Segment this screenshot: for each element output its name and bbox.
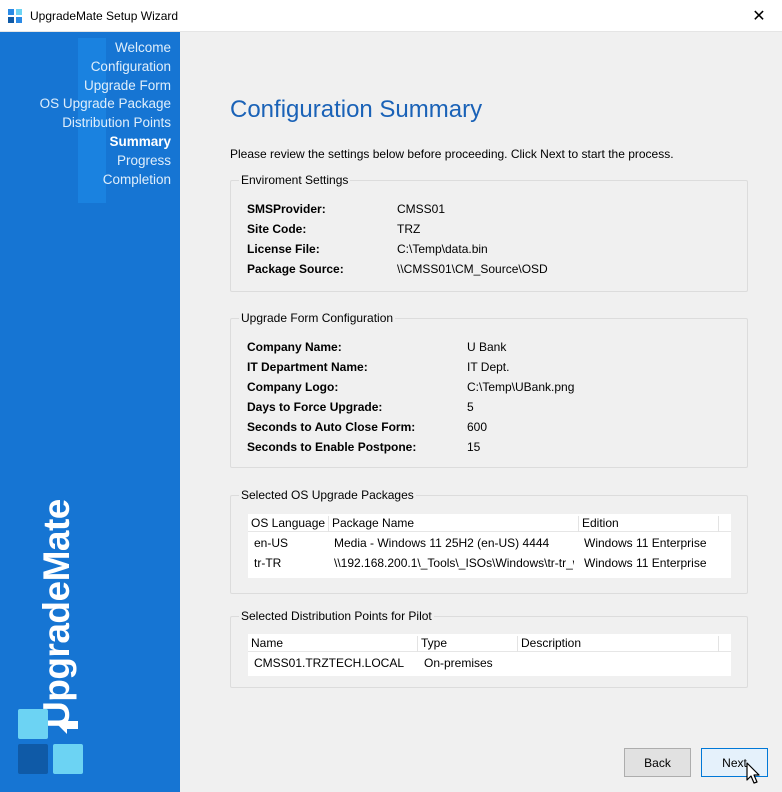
- step-progress: Progress: [116, 152, 171, 168]
- table-header: OS Language Package Name Edition: [248, 514, 731, 532]
- page-title: Configuration Summary: [230, 96, 483, 123]
- setting-label: Days to Force Upgrade:: [247, 400, 383, 414]
- close-icon: ✕: [752, 7, 766, 25]
- content-panel: Configuration Summary Please review the …: [180, 32, 782, 792]
- os-packages-group: Selected OS Upgrade Packages OS Language…: [230, 488, 748, 594]
- group-title: Enviroment Settings: [239, 173, 351, 187]
- back-button[interactable]: Back: [624, 748, 691, 777]
- table-cell[interactable]: Windows 11 Enterprise: [584, 556, 724, 570]
- brand-logo: [18, 709, 86, 777]
- logo-square-top-left: [18, 709, 48, 739]
- setting-value: \\CMSS01\CM_Source\OSD: [397, 262, 548, 276]
- table-cell[interactable]: Media - Windows 11 25H2 (en-US) 4444: [334, 536, 574, 550]
- distribution-points-group: Selected Distribution Points for Pilot N…: [230, 609, 748, 688]
- table-cell[interactable]: tr-TR: [254, 556, 324, 570]
- table-cell[interactable]: CMSS01.TRZTECH.LOCAL: [254, 656, 414, 670]
- column-header-type[interactable]: Type: [418, 636, 518, 652]
- os-packages-table[interactable]: OS Language Package Name Edition en-US M…: [248, 514, 731, 578]
- group-title: Selected OS Upgrade Packages: [239, 488, 416, 502]
- table-cell[interactable]: \\192.168.200.1\_Tools\_ISOs\Windows\tr-…: [334, 556, 574, 570]
- column-header-package-name[interactable]: Package Name: [329, 516, 579, 532]
- setting-label: Package Source:: [247, 262, 344, 276]
- window-title: UpgradeMate Setup Wizard: [30, 9, 179, 23]
- table-cell[interactable]: On-premises: [424, 656, 514, 670]
- distribution-points-table[interactable]: Name Type Description CMSS01.TRZTECH.LOC…: [248, 634, 731, 676]
- setting-value: U Bank: [467, 340, 507, 354]
- wizard-sidebar: Welcome Configuration Upgrade Form OS Up…: [0, 32, 180, 792]
- setting-label: Seconds to Auto Close Form:: [247, 420, 416, 434]
- setting-value: CMSS01: [397, 202, 446, 216]
- setting-label: Site Code:: [247, 222, 307, 236]
- table-cell[interactable]: Windows 11 Enterprise: [584, 536, 724, 550]
- setting-value: 5: [467, 400, 474, 414]
- column-header-description[interactable]: Description: [518, 636, 719, 652]
- wizard-steps: Welcome Configuration Upgrade Form OS Up…: [40, 39, 171, 189]
- setting-label: IT Department Name:: [247, 360, 368, 374]
- step-distribution-points: Distribution Points: [62, 115, 171, 131]
- setting-value: 15: [467, 440, 481, 454]
- upgrade-form-group: Upgrade Form Configuration Company Name:…: [230, 311, 748, 468]
- column-header-os-language[interactable]: OS Language: [248, 516, 329, 532]
- setting-value: C:\Temp\UBank.png: [467, 380, 575, 394]
- setting-value: TRZ: [397, 222, 421, 236]
- column-header-edition[interactable]: Edition: [579, 516, 719, 532]
- close-button[interactable]: ✕: [736, 0, 782, 31]
- title-bar: UpgradeMate Setup Wizard ✕: [0, 0, 782, 32]
- step-summary: Summary: [109, 133, 171, 149]
- arrow-left-icon: [58, 716, 78, 734]
- step-os-upgrade-package: OS Upgrade Package: [39, 96, 171, 112]
- step-welcome: Welcome: [114, 40, 171, 55]
- logo-square-bottom-right: [53, 744, 83, 774]
- group-title: Upgrade Form Configuration: [239, 311, 396, 325]
- setting-value: IT Dept.: [467, 360, 510, 374]
- setting-label: Company Name:: [247, 340, 342, 354]
- step-completion: Completion: [102, 171, 171, 187]
- setting-label: License File:: [247, 242, 320, 256]
- setting-value: C:\Temp\data.bin: [397, 242, 488, 256]
- group-title: Selected Distribution Points for Pilot: [239, 609, 434, 623]
- app-icon: [8, 9, 22, 23]
- column-header-name[interactable]: Name: [248, 636, 418, 652]
- setting-value: 600: [467, 420, 488, 434]
- environment-settings-group: Enviroment Settings SMSProvider: CMSS01 …: [230, 173, 748, 292]
- step-upgrade-form: Upgrade Form: [83, 77, 171, 93]
- setting-label: SMSProvider:: [247, 202, 326, 216]
- mouse-pointer-icon: [746, 762, 760, 784]
- table-header: Name Type Description: [248, 634, 731, 652]
- step-configuration: Configuration: [90, 58, 171, 74]
- setting-label: Company Logo:: [247, 380, 339, 394]
- brand-wordmark: UpgradeMate: [36, 499, 77, 728]
- logo-square-bottom-left: [18, 744, 48, 774]
- intro-text: Please review the settings below before …: [230, 147, 674, 161]
- setting-label: Seconds to Enable Postpone:: [247, 440, 417, 454]
- table-cell[interactable]: en-US: [254, 536, 324, 550]
